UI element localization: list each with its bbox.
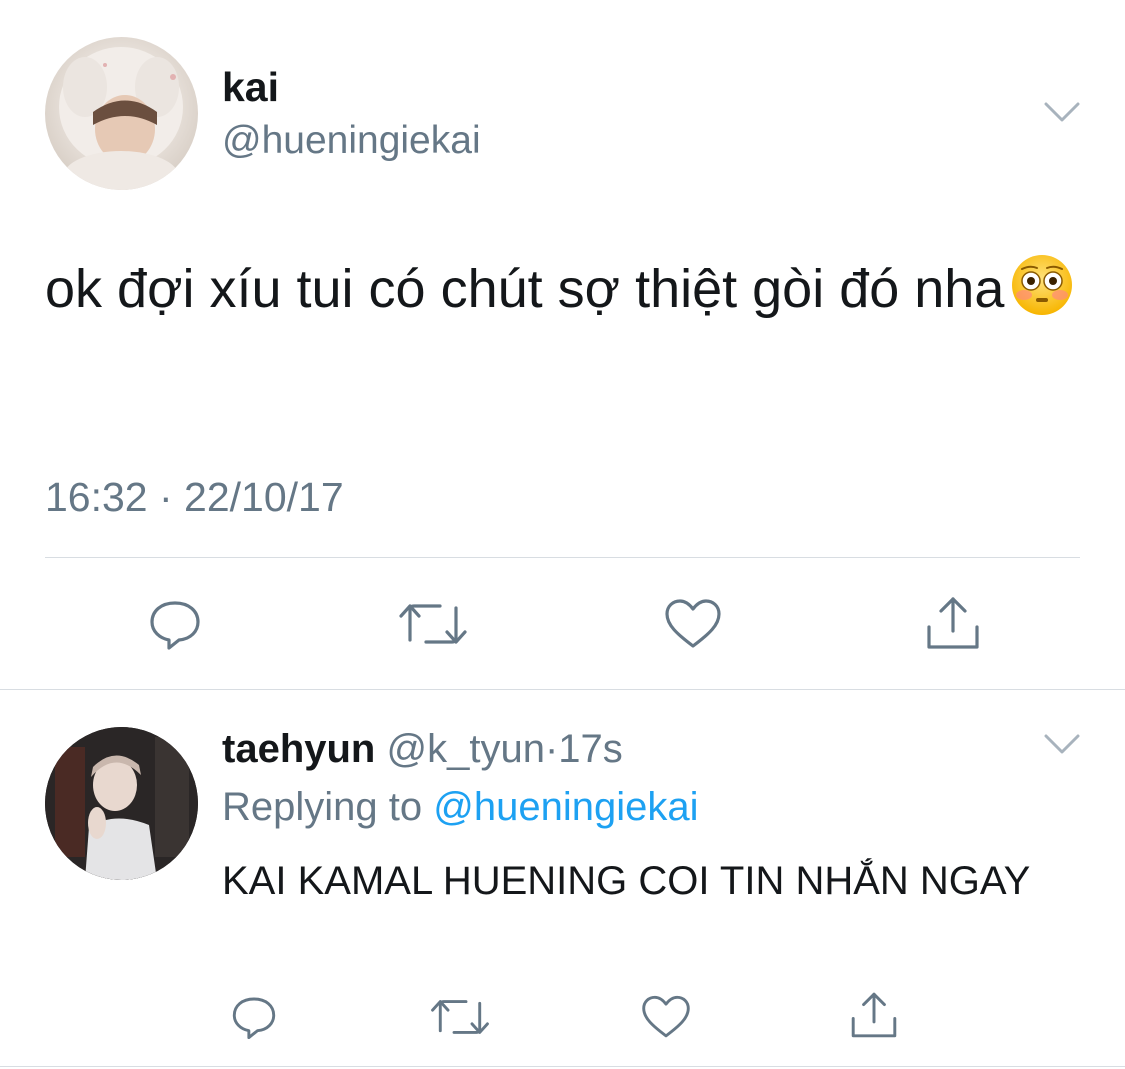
- retweet-button[interactable]: [396, 592, 470, 656]
- like-icon: [663, 596, 723, 652]
- author-name[interactable]: kai: [222, 63, 279, 111]
- reply-button[interactable]: [140, 592, 210, 656]
- divider: [0, 1066, 1125, 1067]
- divider: [0, 689, 1125, 690]
- avatar[interactable]: [45, 37, 198, 190]
- avatar-photo: [45, 727, 198, 880]
- separator-dot: ·: [544, 727, 559, 771]
- like-button[interactable]: [636, 990, 696, 1044]
- reply-header: taehyun @k_tyun·17s: [222, 726, 623, 772]
- avatar[interactable]: [45, 727, 198, 880]
- tweet-text-content: ok đợi xíu tui có chút sợ thiệt gòi đó n…: [45, 259, 1005, 319]
- chevron-down-icon[interactable]: [1044, 733, 1080, 755]
- divider: [45, 557, 1080, 558]
- retweet-icon: [430, 993, 490, 1041]
- reply-icon: [230, 993, 278, 1041]
- replying-to: Replying to @hueningiekai: [222, 784, 698, 830]
- like-button[interactable]: [656, 592, 730, 656]
- author-handle[interactable]: @hueningiekai: [222, 118, 481, 164]
- share-icon: [923, 593, 983, 653]
- retweet-icon: [398, 596, 468, 652]
- retweet-button[interactable]: [428, 990, 492, 1044]
- replying-label: Replying to: [222, 785, 423, 829]
- share-icon: [848, 989, 900, 1041]
- flushed-face-icon: [1010, 253, 1074, 317]
- tweet-timestamp[interactable]: 16:32 · 22/10/17: [45, 473, 344, 521]
- reply-time[interactable]: 17s: [558, 727, 623, 771]
- avatar-photo: [59, 47, 183, 190]
- reply-author-name[interactable]: taehyun: [222, 727, 375, 771]
- tweet-text: ok đợi xíu tui có chút sợ thiệt gòi đó n…: [45, 243, 1085, 335]
- chevron-down-icon[interactable]: [1044, 101, 1080, 123]
- reply-text: KAI KAMAL HUENING COI TIN NHẮN NGAY: [222, 859, 1031, 903]
- reply-icon: [147, 596, 203, 652]
- reply-button[interactable]: [224, 990, 284, 1044]
- replying-to-handle[interactable]: @hueningiekai: [433, 785, 698, 829]
- reply-author-handle[interactable]: @k_tyun: [386, 727, 544, 771]
- share-button[interactable]: [916, 590, 990, 656]
- like-icon: [640, 993, 692, 1041]
- share-button[interactable]: [844, 986, 904, 1044]
